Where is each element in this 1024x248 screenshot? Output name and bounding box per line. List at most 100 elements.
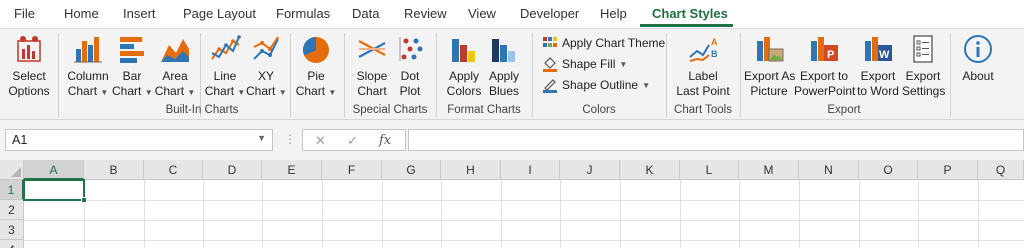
resize-handle[interactable]: ⋮ (284, 132, 296, 146)
apply-blues-icon (492, 39, 515, 62)
chevron-down-icon: ▼ (237, 88, 246, 97)
chevron-down-icon: ▼ (187, 88, 196, 97)
fill-handle[interactable] (81, 197, 87, 203)
formula-input[interactable] (408, 129, 1024, 151)
column-header[interactable]: C (144, 160, 203, 180)
column-chart-icon (74, 37, 102, 63)
cancel-icon[interactable]: ✕ (315, 133, 326, 149)
ribbon: Select Options Column Chart ▼ Bar Chart … (0, 28, 1024, 120)
worksheet-grid: A B C D E F G H I J K L M N O P Q 1 2 3 … (0, 160, 1024, 248)
column-header[interactable]: O (859, 160, 918, 180)
paint-bucket-icon (543, 57, 557, 72)
pie-chart-icon (302, 36, 329, 63)
label-last-point-icon: A B (689, 37, 718, 62)
settings-list-icon (913, 35, 933, 63)
svg-text:P: P (827, 49, 834, 61)
separator (532, 33, 533, 117)
enter-icon[interactable]: ✓ (347, 133, 358, 149)
select-all-button[interactable] (0, 160, 24, 180)
line-chart-button[interactable]: Line Chart ▼ (204, 31, 246, 100)
shape-outline-button[interactable]: Shape Outline ▼ (542, 77, 650, 93)
chevron-down-icon: ▼ (144, 88, 153, 97)
formula-bar: A1 ▼ ⋮ ✕ ✓ fx (0, 120, 1024, 160)
info-icon (964, 35, 992, 63)
shape-fill-button[interactable]: Shape Fill ▼ (542, 56, 627, 72)
bar-chart-button[interactable]: Bar Chart ▼ (112, 31, 153, 100)
apply-colors-button[interactable]: Apply Colors (444, 31, 484, 99)
row-header[interactable]: 1 (0, 180, 24, 200)
line-chart-icon (211, 35, 241, 60)
export-to-powerpoint-button[interactable]: P Export to PowerPoint (794, 31, 855, 99)
tab-review[interactable]: Review (404, 6, 447, 21)
column-header[interactable]: H (441, 160, 501, 180)
slope-chart-icon (358, 40, 386, 58)
select-options-button[interactable]: Select Options (6, 31, 52, 99)
column-header[interactable]: B (84, 160, 144, 180)
pen-icon (543, 79, 557, 93)
dot-plot-icon (399, 37, 423, 61)
column-header[interactable]: G (382, 160, 441, 180)
chevron-down-icon: ▼ (100, 88, 109, 97)
separator (666, 33, 667, 117)
separator (58, 33, 59, 117)
row-header[interactable]: 3 (0, 220, 24, 240)
column-header[interactable]: N (799, 160, 859, 180)
tab-chart-styles[interactable]: Chart Styles (652, 6, 728, 21)
chevron-down-icon: ▼ (642, 80, 650, 90)
ribbon-tabs: File Home Insert Page Layout Formulas Da… (0, 0, 1024, 28)
column-chart-button[interactable]: Column Chart ▼ (64, 31, 112, 100)
chevron-down-icon[interactable]: ▼ (257, 133, 266, 143)
active-cell[interactable] (23, 179, 85, 201)
apply-blues-button[interactable]: Apply Blues (486, 31, 522, 99)
xy-chart-button[interactable]: XY Chart ▼ (246, 31, 287, 100)
xy-chart-icon (253, 36, 279, 60)
svg-text:B: B (711, 49, 718, 59)
fx-icon[interactable]: fx (379, 133, 391, 148)
group-label-built-in-charts: Built-In Charts (165, 104, 239, 116)
column-header[interactable]: M (739, 160, 799, 180)
column-header[interactable]: I (501, 160, 560, 180)
tab-help[interactable]: Help (600, 6, 627, 21)
tab-formulas[interactable]: Formulas (276, 6, 330, 21)
column-header[interactable]: J (560, 160, 620, 180)
pie-chart-button[interactable]: Pie Chart ▼ (294, 31, 338, 100)
dot-plot-button[interactable]: Dot Plot (394, 31, 426, 99)
area-chart-button[interactable]: Area Chart ▼ (154, 31, 196, 100)
column-header[interactable]: A (24, 160, 84, 180)
column-header[interactable]: F (322, 160, 382, 180)
column-header[interactable]: P (918, 160, 978, 180)
tab-data[interactable]: Data (352, 6, 379, 21)
group-label-chart-tools: Chart Tools (674, 104, 732, 116)
separator (740, 33, 741, 117)
tab-developer[interactable]: Developer (520, 6, 579, 21)
export-as-picture-button[interactable]: Export As Picture (744, 31, 795, 99)
chart-theme-icon (543, 37, 557, 47)
name-box[interactable]: A1 ▼ (5, 129, 273, 151)
bar-chart-icon (120, 37, 144, 63)
group-label-format-charts: Format Charts (447, 104, 521, 116)
area-chart-icon (161, 39, 189, 62)
column-header[interactable]: Q (978, 160, 1024, 180)
slope-chart-button[interactable]: Slope Chart (350, 31, 394, 99)
label-last-point-button[interactable]: A B Label Last Point (672, 31, 734, 99)
row-header[interactable]: 2 (0, 200, 24, 220)
tab-view[interactable]: View (468, 6, 496, 21)
word-icon: W (865, 37, 892, 61)
tab-home[interactable]: Home (64, 6, 99, 21)
apply-chart-theme-button[interactable]: Apply Chart Theme (542, 35, 665, 51)
column-header[interactable]: E (262, 160, 322, 180)
column-header[interactable]: K (620, 160, 680, 180)
export-to-word-button[interactable]: W Export to Word (854, 31, 902, 99)
active-tab-indicator (640, 24, 733, 27)
column-header[interactable]: D (203, 160, 262, 180)
about-button[interactable]: About (958, 31, 998, 84)
tab-file[interactable]: File (14, 6, 35, 21)
tab-insert[interactable]: Insert (123, 6, 156, 21)
group-label-special-charts: Special Charts (352, 104, 428, 116)
separator (344, 33, 345, 117)
row-header[interactable]: 4 (0, 240, 24, 248)
column-header[interactable]: L (680, 160, 739, 180)
tab-page-layout[interactable]: Page Layout (183, 6, 256, 21)
select-options-icon (17, 36, 41, 62)
export-settings-button[interactable]: Export Settings (902, 31, 945, 99)
